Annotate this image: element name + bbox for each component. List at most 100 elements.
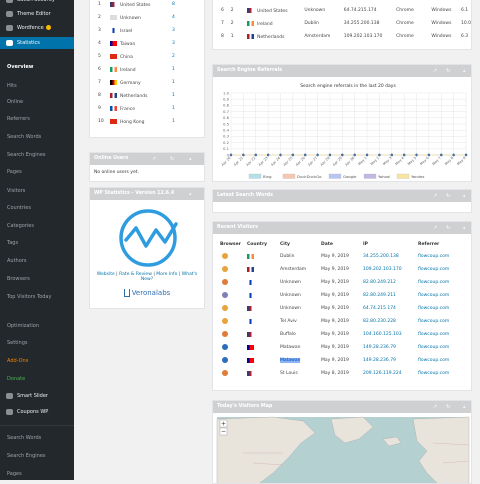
rank-cell: 10 (98, 119, 104, 124)
ip-link[interactable]: 104.160.125.103 (363, 328, 418, 341)
sidebar-sub-donate[interactable]: Donate (0, 373, 74, 385)
refresh-icon[interactable]: ↻ (446, 65, 450, 77)
collapse-icon[interactable]: ▴ (463, 401, 466, 413)
sidebar-item-statistics[interactable]: Statistics (0, 37, 74, 49)
rank-cell: 8 (221, 34, 224, 39)
chart-title: Search engine referrals in the last 20 d… (300, 83, 396, 89)
y-tick-label: 0.6 (223, 115, 230, 120)
collapse-icon[interactable]: ▴ (463, 222, 466, 234)
x-tick-label: May 8 (444, 156, 454, 166)
sidebar-sub-categories[interactable]: Categories (0, 220, 74, 232)
country-count-link[interactable]: 1 (172, 102, 204, 115)
country-count-link[interactable]: 2 (172, 50, 204, 63)
ip-link[interactable]: 82.80.249.211 (363, 289, 418, 302)
sidebar-sub-browsers[interactable]: Browsers (0, 273, 74, 285)
ip-link[interactable]: 149.28.236.79 (363, 341, 418, 354)
sidebar-sub-overview[interactable]: Overview (0, 61, 74, 73)
ip-link[interactable]: 34.255.200.138 (363, 250, 418, 263)
referrer-link[interactable]: flowcoup.com (418, 263, 471, 276)
external-link-icon[interactable]: ↗ (433, 401, 437, 413)
more-info-link[interactable]: More Info (156, 272, 177, 277)
sidebar-sub-tags[interactable]: Tags (0, 237, 74, 249)
country-flag-icon (247, 292, 254, 298)
country-count-link[interactable]: 1 (172, 115, 204, 128)
external-link-icon[interactable]: ↗ (433, 222, 437, 234)
referrer-link[interactable]: flowcoup.com (418, 315, 471, 328)
sidebar-sub-top-visitors-today[interactable]: Top Visitors Today (0, 291, 74, 303)
country-cell: Netherlands (257, 34, 285, 40)
data-point (440, 153, 443, 157)
external-link-icon[interactable]: ↗ (152, 153, 156, 165)
veronalabs-icon (123, 289, 130, 297)
country-count-link[interactable]: 3 (172, 37, 204, 50)
referrer-link[interactable]: flowcoup.com (418, 302, 471, 315)
browser-icon (222, 279, 228, 286)
gear-icon (6, 409, 13, 415)
country-count-link[interactable]: 1 (172, 76, 204, 89)
sidebar-sub-pages[interactable]: Pages (0, 166, 74, 178)
sidebar-item-theme-editor[interactable]: Theme Editor (0, 8, 74, 20)
country-name: Taiwan (120, 41, 136, 47)
referrer-link[interactable]: flowcoup.com (418, 250, 471, 263)
sidebar-sub-pages[interactable]: Pages (0, 468, 74, 480)
collapse-icon[interactable]: ▴ (463, 190, 466, 202)
x-tick-label: May 9 (456, 156, 466, 166)
sidebar-item-wordfence[interactable]: Wordfence (0, 22, 74, 34)
referrer-link[interactable]: flowcoup.com (418, 341, 471, 354)
visitors-map-panel: Today's Visitors Map ↗ ↻ ▴ + − (212, 400, 472, 484)
collapse-icon[interactable]: ▴ (463, 65, 466, 77)
country-count-link[interactable]: 3 (172, 24, 204, 37)
collapse-icon[interactable]: ▴ (189, 153, 192, 165)
external-link-icon[interactable]: ↗ (433, 65, 437, 77)
city-cell: St Louis (280, 371, 298, 376)
sidebar-sub-visitors[interactable]: Visitors (0, 185, 74, 197)
ip-link[interactable]: 82.80.230.228 (363, 315, 418, 328)
ip-link[interactable]: 149.28.236.79 (363, 354, 418, 367)
country-flag-icon (110, 1, 117, 7)
website-link[interactable]: Website (97, 272, 115, 277)
sidebar-item-sucuri-security[interactable]: Sucuri Security (0, 0, 74, 6)
country-count-link[interactable]: 1 (172, 63, 204, 76)
external-link-icon[interactable]: ↗ (433, 190, 437, 202)
refresh-icon[interactable]: ↻ (446, 190, 450, 202)
referrer-link[interactable]: flowcoup.com (418, 276, 471, 289)
referrals-title: Search Engine Referrals (217, 68, 283, 73)
recent-visitors-header: Recent Visitors ↗ ↻ ▴ (213, 222, 471, 234)
browser-icon (222, 318, 228, 325)
sidebar-sub-add-ons[interactable]: Add-Ons (0, 355, 74, 367)
about-panel: WP Statistics - Version 12.6.4 ▴ Website… (89, 187, 205, 309)
country-count-link[interactable]: 8 (172, 0, 204, 11)
country-count-link[interactable]: 4 (172, 11, 204, 24)
refresh-icon[interactable]: ↻ (446, 401, 450, 413)
data-point (464, 153, 468, 157)
sidebar-item-smart-slider[interactable]: Smart Slider (0, 390, 74, 402)
country-count-link[interactable]: 1 (172, 89, 204, 102)
refresh-icon[interactable]: ↻ (446, 222, 450, 234)
ip-link[interactable]: 109.202.103.170 (363, 263, 418, 276)
sidebar-sub-countries[interactable]: Countries (0, 202, 74, 214)
col-city: City (280, 241, 290, 247)
sidebar-sub-search-engines[interactable]: Search Engines (0, 149, 74, 161)
referrer-link[interactable]: flowcoup.com (418, 289, 471, 302)
sidebar-sub-search-engines[interactable]: Search Engines (0, 450, 74, 462)
sidebar-item-coupons-wp[interactable]: Coupons WP (0, 406, 74, 418)
sidebar-sub-optimization[interactable]: Optimization (0, 320, 74, 332)
referrer-link[interactable]: flowcoup.com (418, 328, 471, 341)
sidebar-sub-settings[interactable]: Settings (0, 337, 74, 349)
referrer-link[interactable]: flowcoup.com (418, 354, 471, 367)
collapse-icon[interactable]: ▴ (189, 188, 192, 200)
sidebar-sub-search-words[interactable]: Search Words (0, 131, 74, 143)
sidebar-sub-referrers[interactable]: Referrers (0, 113, 74, 125)
x-tick-label: May 5 (407, 156, 417, 166)
sidebar-sub-authors[interactable]: Authors (0, 255, 74, 267)
sidebar-sub-hits[interactable]: Hits (0, 80, 74, 92)
ip-link[interactable]: 209.126.119.224 (363, 367, 418, 380)
refresh-icon[interactable]: ↻ (170, 153, 174, 165)
sidebar-sub-search-words[interactable]: Search Words (0, 432, 74, 444)
world-map[interactable]: + − (213, 413, 472, 484)
ip-link[interactable]: 82.80.249.212 (363, 276, 418, 289)
ip-link[interactable]: 64.74.215.174 (363, 302, 418, 315)
sidebar-sub-online[interactable]: Online (0, 96, 74, 108)
referrer-link[interactable]: flowcoup.com (418, 367, 471, 380)
browser-icon (222, 266, 228, 273)
